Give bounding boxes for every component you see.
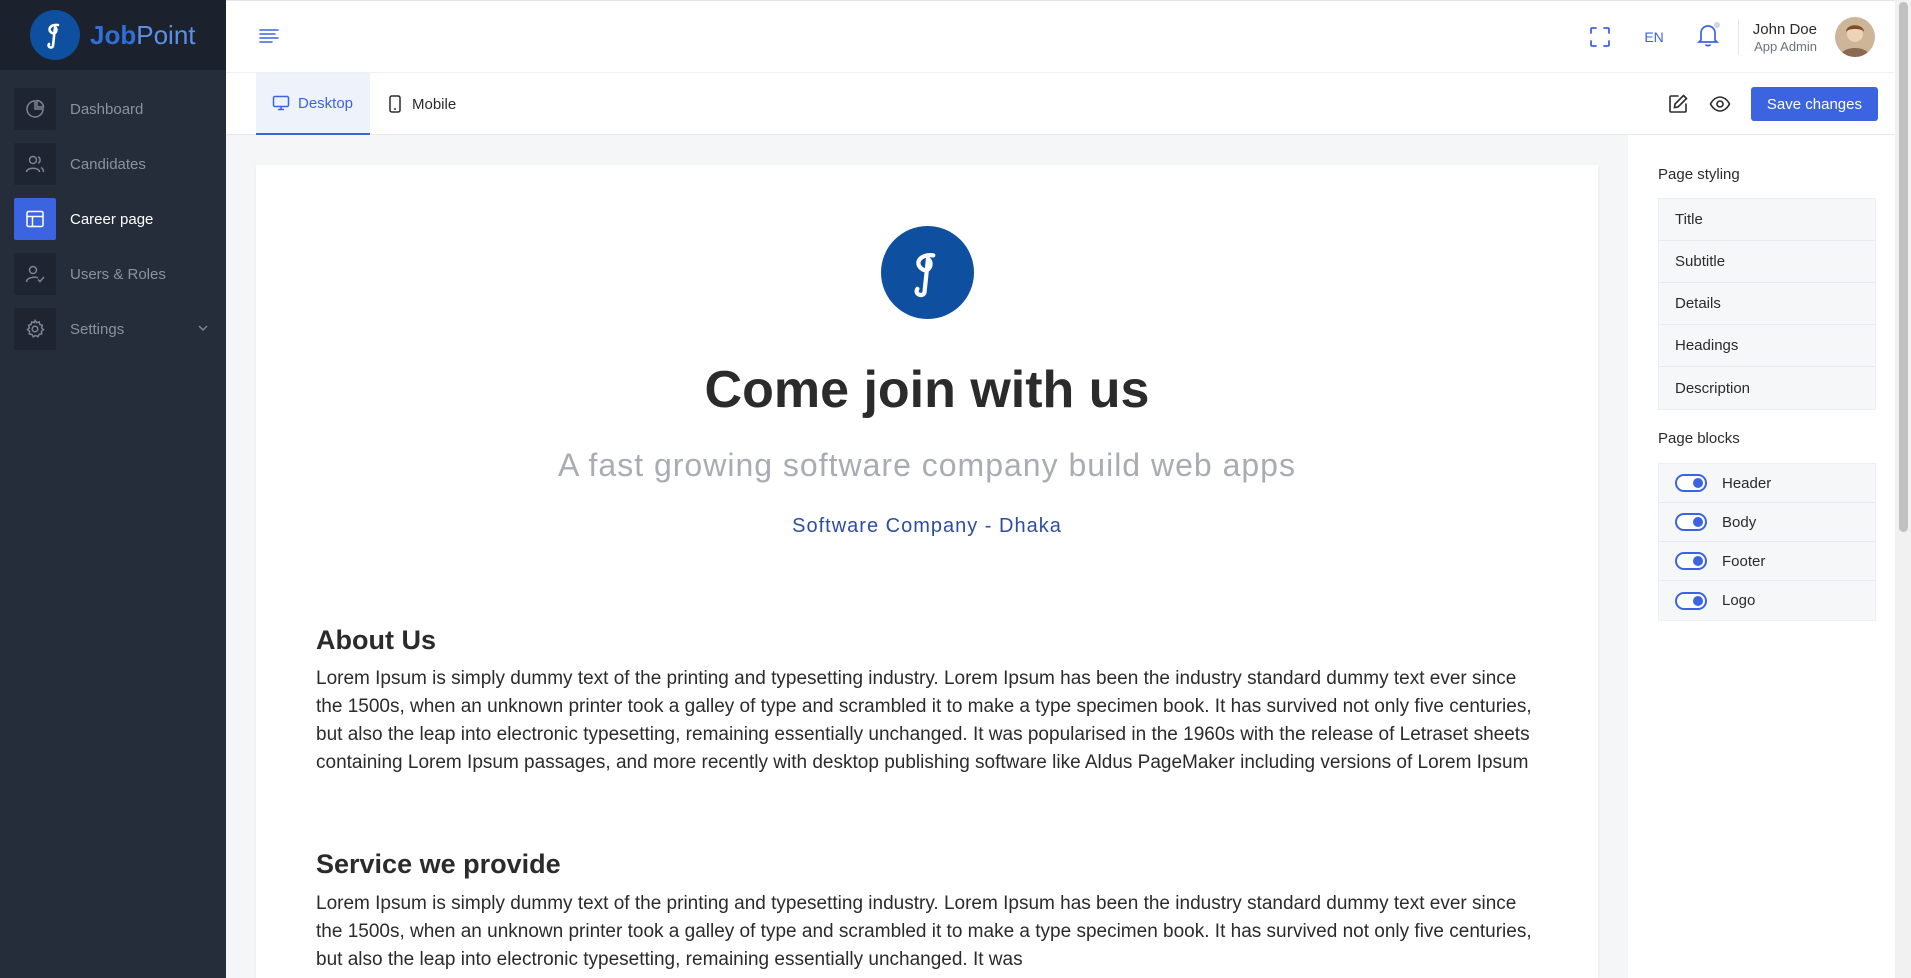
monitor-icon: [272, 95, 290, 111]
styling-item-title[interactable]: Title: [1659, 199, 1875, 241]
page-blocks-title: Page blocks: [1658, 430, 1740, 447]
styling-item-details[interactable]: Details: [1659, 283, 1875, 325]
brand-logo-icon: [30, 10, 80, 60]
edit-icon[interactable]: [1667, 93, 1689, 115]
block-item-body: Body: [1659, 503, 1875, 542]
styling-item-description[interactable]: Description: [1659, 367, 1875, 409]
avatar[interactable]: [1835, 17, 1875, 57]
block-item-footer: Footer: [1659, 542, 1875, 581]
divider: [1737, 19, 1739, 55]
section-description: Lorem Ipsum is simply dummy text of the …: [316, 668, 1532, 773]
sidebar-item-settings[interactable]: Settings: [14, 308, 212, 350]
page-details: Software Company - Dhaka: [792, 515, 1062, 537]
pie-chart-icon: [14, 88, 56, 130]
sidebar-item-label: Users & Roles: [70, 265, 166, 283]
view-tabs-bar: Desktop Mobile Save changes: [226, 72, 1911, 135]
page-blocks-list: Header Body Footer Logo: [1658, 463, 1876, 621]
sidebar-item-users-roles[interactable]: Users & Roles: [14, 253, 212, 295]
sidebar-item-dashboard[interactable]: Dashboard: [14, 88, 212, 130]
brand[interactable]: JobPoint: [0, 0, 226, 70]
tab-mobile[interactable]: Mobile: [386, 73, 456, 135]
sidebar-item-label: Dashboard: [70, 100, 144, 118]
block-label: Logo: [1722, 592, 1756, 609]
sidebar-item-candidates[interactable]: Candidates: [14, 143, 212, 185]
users-icon: [14, 143, 56, 185]
body-toggle[interactable]: [1675, 513, 1707, 531]
block-item-logo: Logo: [1659, 581, 1875, 620]
section-description: Lorem Ipsum is simply dummy text of the …: [316, 893, 1532, 970]
fullscreen-icon[interactable]: [1588, 25, 1612, 49]
block-label: Header: [1722, 474, 1772, 492]
block-label: Footer: [1722, 552, 1766, 570]
page-subtitle: A fast growing software company build we…: [558, 447, 1296, 483]
logo-toggle[interactable]: [1675, 591, 1707, 610]
sidebar-nav: Dashboard Candidates Career page Users &…: [0, 70, 226, 350]
block-label: Body: [1722, 513, 1757, 531]
styling-item-headings[interactable]: Headings: [1659, 325, 1875, 367]
language-selector[interactable]: EN: [1644, 29, 1663, 45]
save-changes-button[interactable]: Save changes: [1750, 87, 1878, 121]
editor-actions: Save changes: [1667, 87, 1878, 121]
scrollbar-thumb[interactable]: [1899, 2, 1908, 532]
sidebar-item-label: Career page: [70, 210, 154, 228]
brand-name-part1: Job: [90, 19, 137, 50]
footer-toggle[interactable]: [1675, 552, 1707, 570]
user-name: John Doe: [1752, 20, 1817, 38]
user-menu[interactable]: John Doe App Admin: [1753, 21, 1817, 54]
block-item-header: Header: [1659, 464, 1875, 503]
brand-name-part2: Point: [136, 19, 196, 50]
page-styling-title: Page styling: [1658, 166, 1740, 183]
header-toggle[interactable]: [1675, 474, 1707, 492]
page-styling-list: Title Subtitle Details Headings Descript…: [1658, 198, 1876, 410]
user-role: App Admin: [1754, 38, 1817, 54]
top-bar: EN John Doe App Admin: [226, 0, 1911, 72]
notifications-button[interactable]: [1696, 21, 1720, 53]
section-heading: About Us: [316, 625, 436, 655]
sidebar-item-label: Settings: [70, 320, 125, 338]
tab-label: Mobile: [412, 95, 457, 113]
chevron-down-icon[interactable]: [196, 321, 210, 340]
eye-icon[interactable]: [1709, 93, 1731, 115]
brand-name: JobPoint: [90, 20, 196, 51]
tab-desktop[interactable]: Desktop: [256, 73, 370, 135]
layout-icon: [14, 198, 56, 240]
styling-item-subtitle[interactable]: Subtitle: [1659, 241, 1875, 283]
tab-label: Desktop: [298, 94, 354, 112]
sidebar: JobPoint Dashboard Candidates Career pag…: [0, 0, 226, 978]
company-logo[interactable]: [881, 226, 974, 319]
smartphone-icon: [389, 95, 401, 113]
top-bar-actions: EN John Doe App Admin: [1560, 1, 1875, 73]
sidebar-item-career-page[interactable]: Career page: [14, 198, 212, 240]
user-check-icon: [14, 253, 56, 295]
settings-panel: Page styling Title Subtitle Details Head…: [1628, 135, 1911, 978]
section-heading: Service we provide: [316, 849, 561, 879]
menu-toggle-icon[interactable]: [258, 25, 280, 52]
sidebar-item-label: Candidates: [70, 155, 146, 173]
notification-dot: [1713, 21, 1720, 28]
page-title: Come join with us: [704, 361, 1150, 419]
career-page-preview: Come join with us A fast growing softwar…: [256, 165, 1598, 978]
gear-icon: [14, 308, 56, 350]
page-scrollbar[interactable]: [1895, 0, 1911, 978]
